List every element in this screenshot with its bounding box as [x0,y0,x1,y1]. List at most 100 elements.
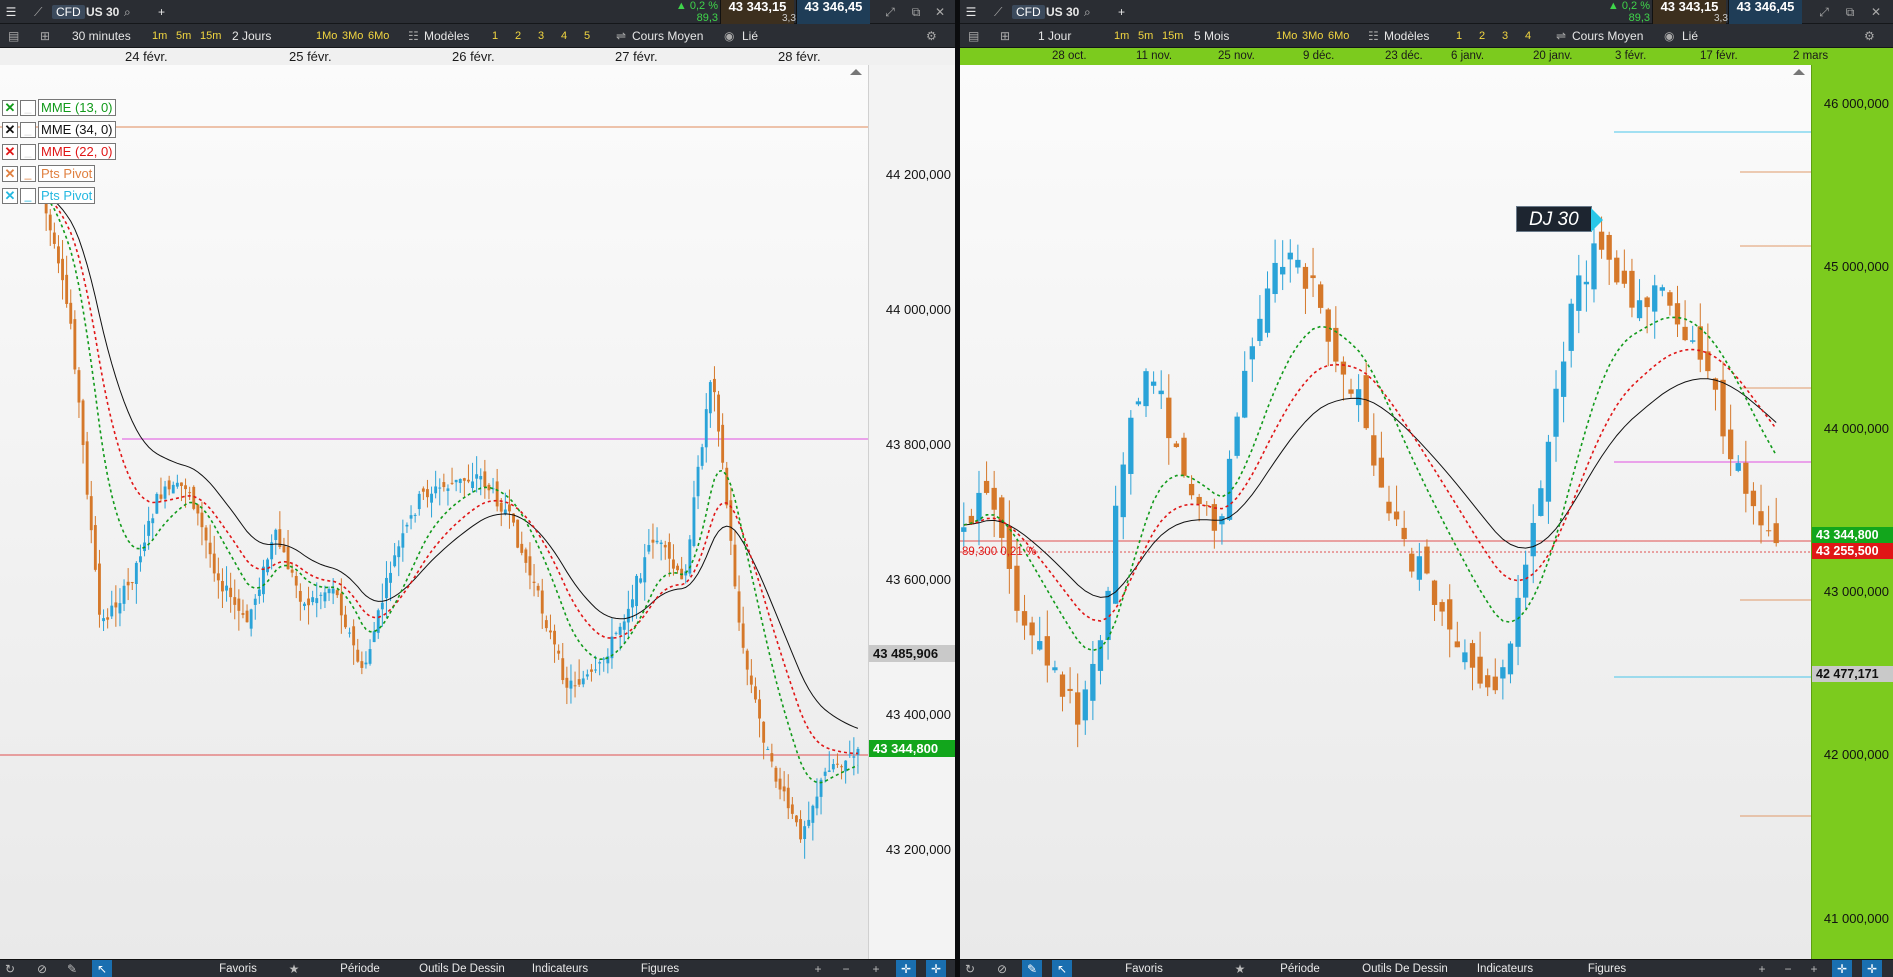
ask-price-box[interactable]: 43 346,45 [796,0,870,24]
menu-icon[interactable]: ☰ [960,0,982,24]
line-style-icon[interactable]: _ [20,121,36,138]
no-icon[interactable]: ⊘ [992,960,1012,977]
period-1m[interactable]: 1m [148,27,171,45]
legend-item-mme-34[interactable]: ✕ _ MME (34, 0) [2,119,116,140]
indicators-menu[interactable]: Indicateurs [1465,960,1545,977]
ask-price-box[interactable]: 43 346,45 [1728,0,1802,24]
linked-toggle[interactable]: Lié [738,27,762,45]
remove-icon[interactable]: ✕ [2,143,18,160]
crosshair-icon[interactable]: ✛ [1832,960,1852,977]
search-icon[interactable]: ⌕ [124,0,131,24]
popout-icon[interactable]: ⧉ [1840,0,1860,24]
search-icon[interactable]: ⌕ [1084,0,1091,24]
models-menu[interactable]: Modèles [1380,27,1433,45]
interval-select[interactable]: 1 Jour [1034,27,1075,45]
cursor-icon[interactable]: ↖ [92,960,112,977]
indicators-menu[interactable]: Indicateurs [520,960,600,977]
figures-menu[interactable]: Figures [620,960,700,977]
close-icon[interactable]: ✕ [930,0,950,24]
layout-icon[interactable]: ⊞ [996,27,1014,45]
line-style-icon[interactable]: _ [20,187,36,204]
range-select[interactable]: 2 Jours [228,27,275,45]
models-menu[interactable]: Modèles [420,27,473,45]
line-style-icon[interactable]: _ [20,99,36,116]
range-3mo[interactable]: 3Mo [1298,27,1327,45]
layout-3[interactable]: 3 [1498,27,1512,45]
detach-icon[interactable]: ⤢ [1814,0,1834,24]
crosshair-alt-icon[interactable]: ✛ [926,960,946,977]
price-chart-area[interactable] [0,65,868,959]
cursor-icon[interactable]: ↖ [1052,960,1072,977]
interval-select[interactable]: 30 minutes [68,27,135,45]
range-3mo[interactable]: 3Mo [338,27,367,45]
price-type-select[interactable]: Cours Moyen [1568,27,1647,45]
favorites-menu[interactable]: Favoris [1106,960,1182,977]
layout-1[interactable]: 1 [488,27,502,45]
layout-2[interactable]: 2 [1475,27,1489,45]
price-type-select[interactable]: Cours Moyen [628,27,707,45]
list-icon[interactable]: ▤ [964,27,983,45]
price-chart-area[interactable] [960,65,1811,959]
settings-gear-icon[interactable]: ⚙ [922,27,941,45]
range-6mo[interactable]: 6Mo [364,27,393,45]
no-icon[interactable]: ⊘ [32,960,52,977]
period-menu[interactable]: Période [1260,960,1340,977]
settings-gear-icon[interactable]: ⚙ [1860,27,1879,45]
price-axis[interactable]: 44 200,000 44 000,000 43 800,000 43 600,… [868,65,955,959]
detach-icon[interactable]: ⤢ [880,0,900,24]
legend-item-pivot-orange[interactable]: ✕ _ Pts Pivot [2,163,116,184]
period-15m[interactable]: 15m [196,27,225,45]
layout-5[interactable]: 5 [580,27,594,45]
favorites-menu[interactable]: Favoris [200,960,276,977]
pencil-icon[interactable]: ✎ [62,960,82,977]
list-icon[interactable]: ▤ [4,27,23,45]
line-style-icon[interactable]: _ [20,143,36,160]
pencil-icon[interactable]: ✎ [1022,960,1042,977]
range-1mo[interactable]: 1Mo [1272,27,1301,45]
period-5m[interactable]: 5m [172,27,195,45]
zoom-out-icon[interactable]: − [1778,960,1798,977]
crosshair-alt-icon[interactable]: ✛ [1862,960,1882,977]
remove-icon[interactable]: ✕ [2,99,18,116]
remove-icon[interactable]: ✕ [2,165,18,182]
range-1mo[interactable]: 1Mo [312,27,341,45]
chart-label-dj30[interactable]: DJ 30 [1516,206,1603,232]
remove-icon[interactable]: ✕ [2,187,18,204]
remove-icon[interactable]: ✕ [2,121,18,138]
symbol-label[interactable]: US 30 [86,0,119,24]
add-tab-icon[interactable]: + [158,0,165,24]
refresh-icon[interactable]: ↻ [960,960,980,977]
legend-item-mme-13[interactable]: ✕ _ MME (13, 0) [2,97,116,118]
layout-1[interactable]: 1 [1452,27,1466,45]
zoom-in-icon[interactable]: + [1752,960,1772,977]
popout-icon[interactable]: ⧉ [906,0,926,24]
crosshair-add-icon[interactable]: + [1804,960,1824,977]
period-15m[interactable]: 15m [1158,27,1187,45]
price-axis[interactable]: 46 000,000 45 000,000 44 000,000 43 000,… [1811,65,1893,959]
layout-4[interactable]: 4 [1521,27,1535,45]
legend-item-pivot-blue[interactable]: ✕ _ Pts Pivot [2,185,116,206]
layout-4[interactable]: 4 [557,27,571,45]
period-1m[interactable]: 1m [1110,27,1133,45]
layout-3[interactable]: 3 [534,27,548,45]
layout-icon[interactable]: ⊞ [36,27,54,45]
range-select[interactable]: 5 Mois [1190,27,1233,45]
crosshair-add-icon[interactable]: + [866,960,886,977]
line-style-icon[interactable]: _ [20,165,36,182]
star-icon[interactable]: ★ [1230,960,1250,977]
period-menu[interactable]: Période [320,960,400,977]
chart-type-icon[interactable]: ⟋ [994,0,1002,24]
chart-panel-left[interactable]: ☰ ⟋ CFD US 30 ⌕ + ▲ 0,2 % 89,3 43 343,15… [0,0,955,977]
legend-item-mme-22[interactable]: ✕ _ MME (22, 0) [2,141,116,162]
symbol-label[interactable]: US 30 [1046,0,1079,24]
range-6mo[interactable]: 6Mo [1324,27,1353,45]
chart-type-icon[interactable]: ⟋ [34,0,42,24]
refresh-icon[interactable]: ↻ [0,960,20,977]
zoom-in-icon[interactable]: + [808,960,828,977]
chart-panel-right[interactable]: ☰ ⟋ CFD US 30 ⌕ + ▲ 0,2 % 89,3 43 343,15… [960,0,1893,977]
drawing-tools-menu[interactable]: Outils De Dessin [412,960,512,977]
linked-toggle[interactable]: Lié [1678,27,1702,45]
period-5m[interactable]: 5m [1134,27,1157,45]
zoom-out-icon[interactable]: − [836,960,856,977]
crosshair-icon[interactable]: ✛ [896,960,916,977]
